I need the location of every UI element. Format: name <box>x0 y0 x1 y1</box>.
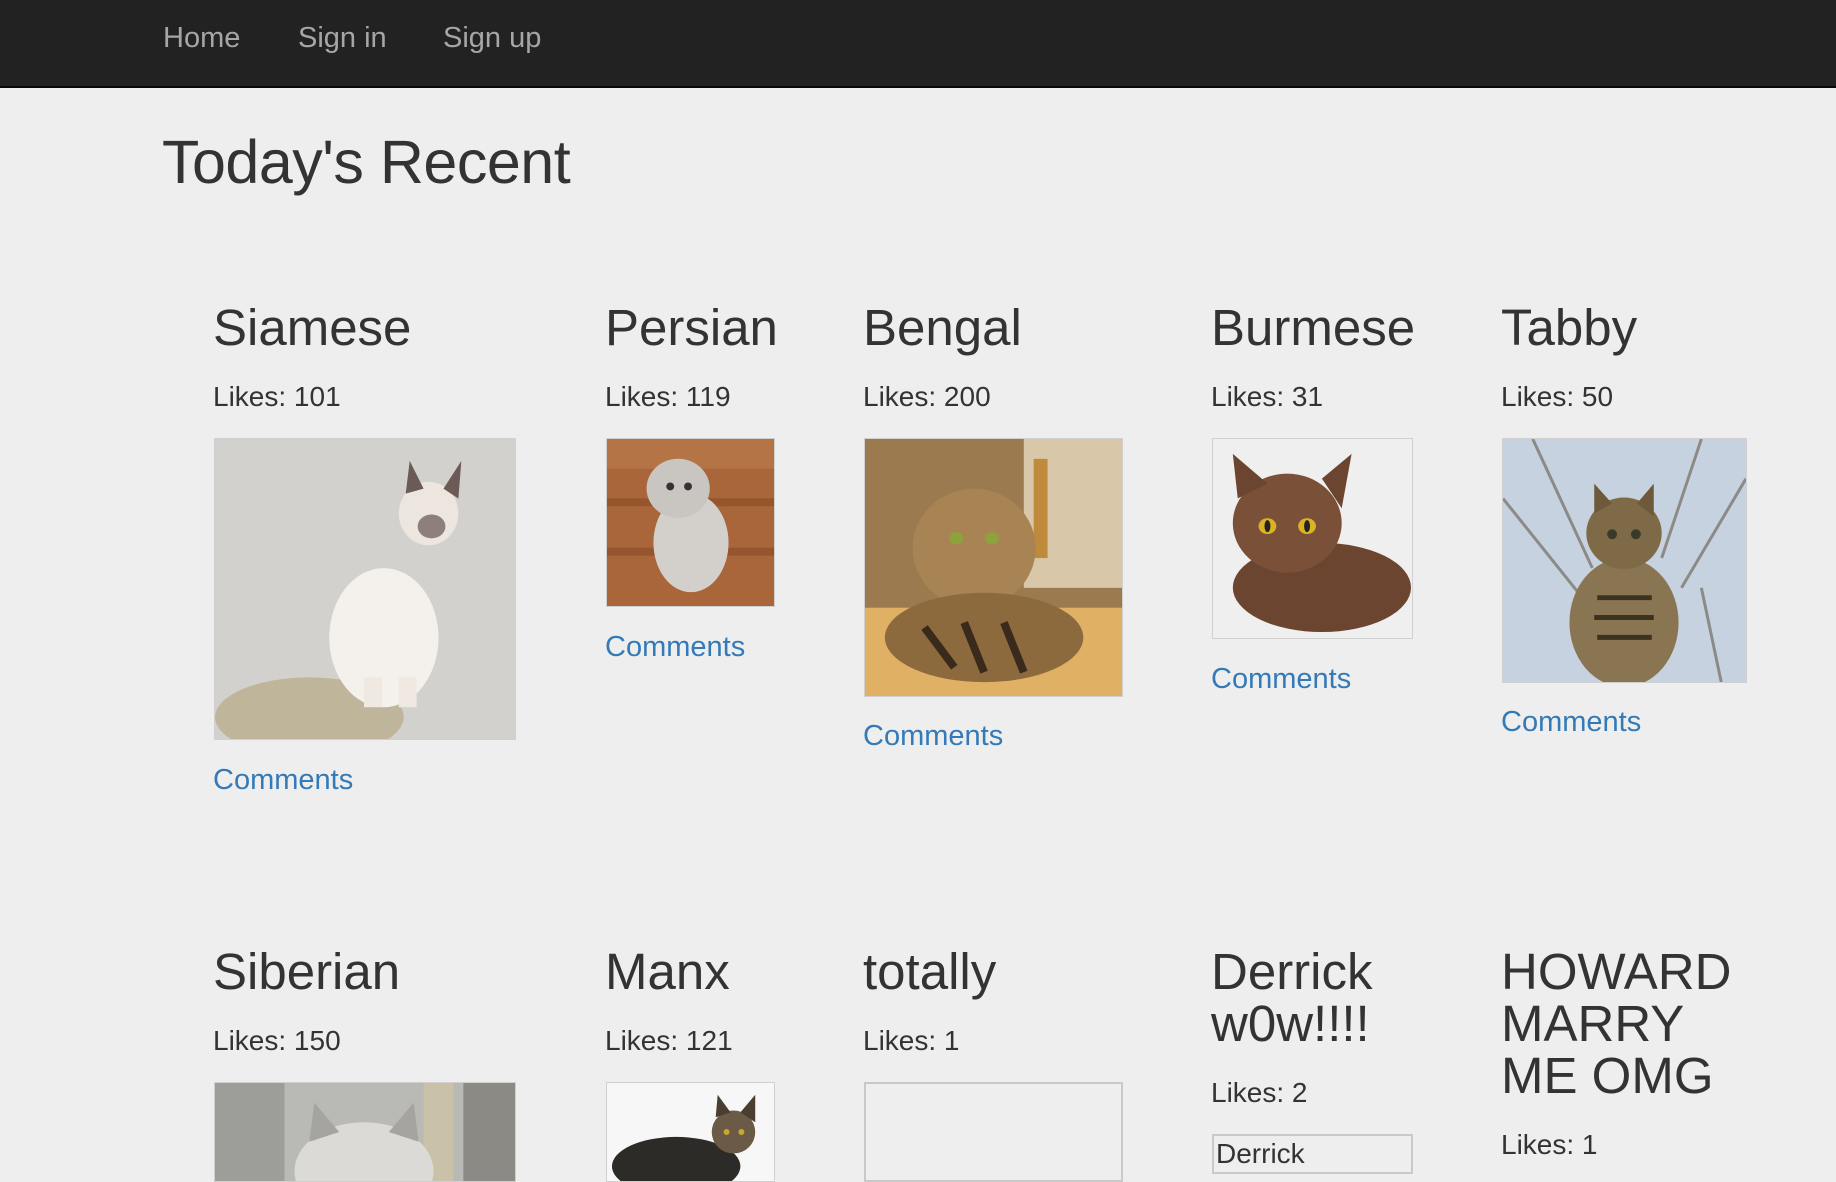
broken-image[interactable] <box>864 1082 1123 1182</box>
likes-count: Likes: 200 <box>863 381 991 412</box>
likes-count: Likes: 1 <box>863 1025 960 1056</box>
cat-name: Persian <box>605 299 778 356</box>
cat-name: Derrick w0w!!!! <box>1211 946 1451 1050</box>
comments-link[interactable]: Comments <box>605 631 745 664</box>
cat-name-line: Derrick <box>1211 943 1373 1000</box>
cat-card-howard: HOWARD MARRY ME OMG Likes: 1 <box>1501 946 1801 1161</box>
page-title: Today's Recent <box>162 128 571 196</box>
cat-card-burmese: Burmese Likes: 31 Comments <box>1211 299 1451 696</box>
cat-name: Siberian <box>213 943 401 1000</box>
likes-count: Likes: 121 <box>605 1025 733 1056</box>
cat-name: Manx <box>605 943 730 1000</box>
cat-card-bengal: Bengal Likes: 200 Comments <box>863 299 1143 752</box>
likes-count: Likes: 119 <box>605 381 731 412</box>
comments-link[interactable]: Comments <box>213 764 353 797</box>
cat-card-siberian: Siberian Likes: 150 <box>213 943 533 1182</box>
cat-name-line: MARRY <box>1501 995 1685 1052</box>
top-navbar: Home Sign in Sign up <box>0 0 1836 88</box>
cat-name: Bengal <box>863 299 1022 356</box>
persian-cat-photo[interactable] <box>606 438 775 607</box>
cat-name-line: w0w!!!! <box>1211 995 1370 1052</box>
cat-name-line: ME OMG <box>1501 1047 1714 1104</box>
cat-card-persian: Persian Likes: 119 Comments <box>605 299 825 664</box>
cat-card-totally: totally Likes: 1 <box>863 943 1143 1182</box>
likes-count: Likes: 31 <box>1211 381 1324 412</box>
likes-count: Likes: 1 <box>1501 1129 1598 1160</box>
tabby-cat-photo[interactable] <box>1502 438 1747 683</box>
comments-link[interactable]: Comments <box>863 720 1003 753</box>
nav-sign-in-link[interactable]: Sign in <box>298 20 387 56</box>
cat-card-manx: Manx Likes: 121 <box>605 943 825 1182</box>
cat-name: Tabby <box>1501 299 1638 356</box>
siberian-cat-photo[interactable] <box>214 1082 516 1182</box>
likes-count: Likes: 2 <box>1211 1077 1308 1108</box>
comments-link[interactable]: Comments <box>1501 706 1641 739</box>
cat-name-line: HOWARD <box>1501 943 1732 1000</box>
cat-name: HOWARD MARRY ME OMG <box>1501 946 1801 1102</box>
cat-card-tabby: Tabby Likes: 50 Comments <box>1501 299 1761 738</box>
comments-link[interactable]: Comments <box>1211 663 1351 696</box>
cat-name: Burmese <box>1211 299 1416 356</box>
cat-name: Siamese <box>213 299 412 356</box>
manx-cat-photo[interactable] <box>606 1082 775 1182</box>
cat-card-derrick: Derrick w0w!!!! Likes: 2 Derrick <box>1211 946 1451 1174</box>
bengal-cat-photo[interactable] <box>864 438 1123 697</box>
siamese-cat-photo[interactable] <box>214 438 516 740</box>
broken-image[interactable]: Derrick <box>1212 1134 1413 1174</box>
nav-sign-up-link[interactable]: Sign up <box>443 20 541 56</box>
cat-card-siamese: Siamese Likes: 101 Comments <box>213 299 533 796</box>
likes-count: Likes: 50 <box>1501 381 1614 412</box>
burmese-cat-photo[interactable] <box>1212 438 1413 639</box>
image-alt-text: Derrick <box>1216 1138 1305 1169</box>
cat-name: totally <box>863 943 997 1000</box>
nav-home-link[interactable]: Home <box>163 20 240 56</box>
likes-count: Likes: 150 <box>213 1025 341 1056</box>
likes-count: Likes: 101 <box>213 381 341 412</box>
